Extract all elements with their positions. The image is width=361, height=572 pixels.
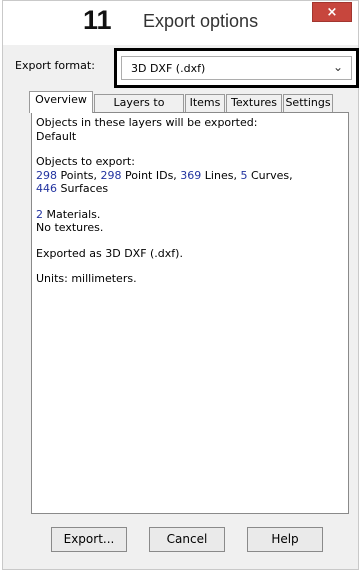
layers-heading: Objects in these layers will be exported…	[36, 116, 258, 129]
objects-heading: Objects to export:	[36, 155, 135, 168]
overview-panel: Objects in these layers will be exported…	[31, 112, 349, 514]
export-button[interactable]: Export...	[51, 527, 127, 552]
textures-line: No textures.	[36, 221, 104, 234]
materials-label: Materials.	[43, 207, 101, 221]
surfaces-label: Surfaces	[57, 182, 109, 195]
chevron-down-icon: ⌄	[332, 60, 343, 74]
overview-text: Objects in these layers will be exported…	[36, 116, 336, 298]
export-options-dialog: 11 Export options × Export format: 3D DX…	[2, 0, 359, 570]
units-line: Units: millimeters.	[36, 272, 137, 285]
step-number: 11	[83, 5, 112, 35]
tab-overview[interactable]: Overview	[29, 91, 93, 113]
export-format-dropdown[interactable]: 3D DXF (.dxf) ⌄	[121, 56, 352, 80]
layers-value: Default	[36, 129, 77, 143]
lines-label: Lines,	[201, 168, 241, 182]
surfaces-count: 446	[36, 182, 57, 195]
export-format-label: Export format:	[15, 59, 95, 72]
close-icon: ×	[326, 5, 338, 20]
dialog-title: Export options	[143, 11, 259, 31]
cancel-button[interactable]: Cancel	[149, 527, 225, 552]
close-button[interactable]: ×	[312, 2, 352, 22]
point-ids-label: Point IDs,	[121, 168, 181, 182]
export-format-value: 3D DXF (.dxf)	[131, 62, 206, 75]
materials-count: 2	[36, 207, 43, 221]
points-count: 298	[36, 168, 57, 182]
curves-label: Curves,	[247, 168, 293, 182]
exported-as-line: Exported as 3D DXF (.dxf).	[36, 246, 183, 260]
points-label: Points,	[57, 168, 101, 182]
help-button[interactable]: Help	[247, 527, 323, 552]
title-bar: 11 Export options ×	[3, 1, 358, 45]
tab-textures[interactable]: Textures	[226, 94, 282, 112]
point-ids-count: 298	[100, 168, 122, 182]
tab-layers-to-export[interactable]: Layers to export	[94, 94, 184, 125]
tab-strip: Overview Layers to export Items Textures…	[29, 91, 339, 125]
lines-count: 369	[180, 168, 202, 182]
tab-items[interactable]: Items	[185, 94, 225, 112]
tab-settings[interactable]: Settings	[283, 94, 333, 112]
